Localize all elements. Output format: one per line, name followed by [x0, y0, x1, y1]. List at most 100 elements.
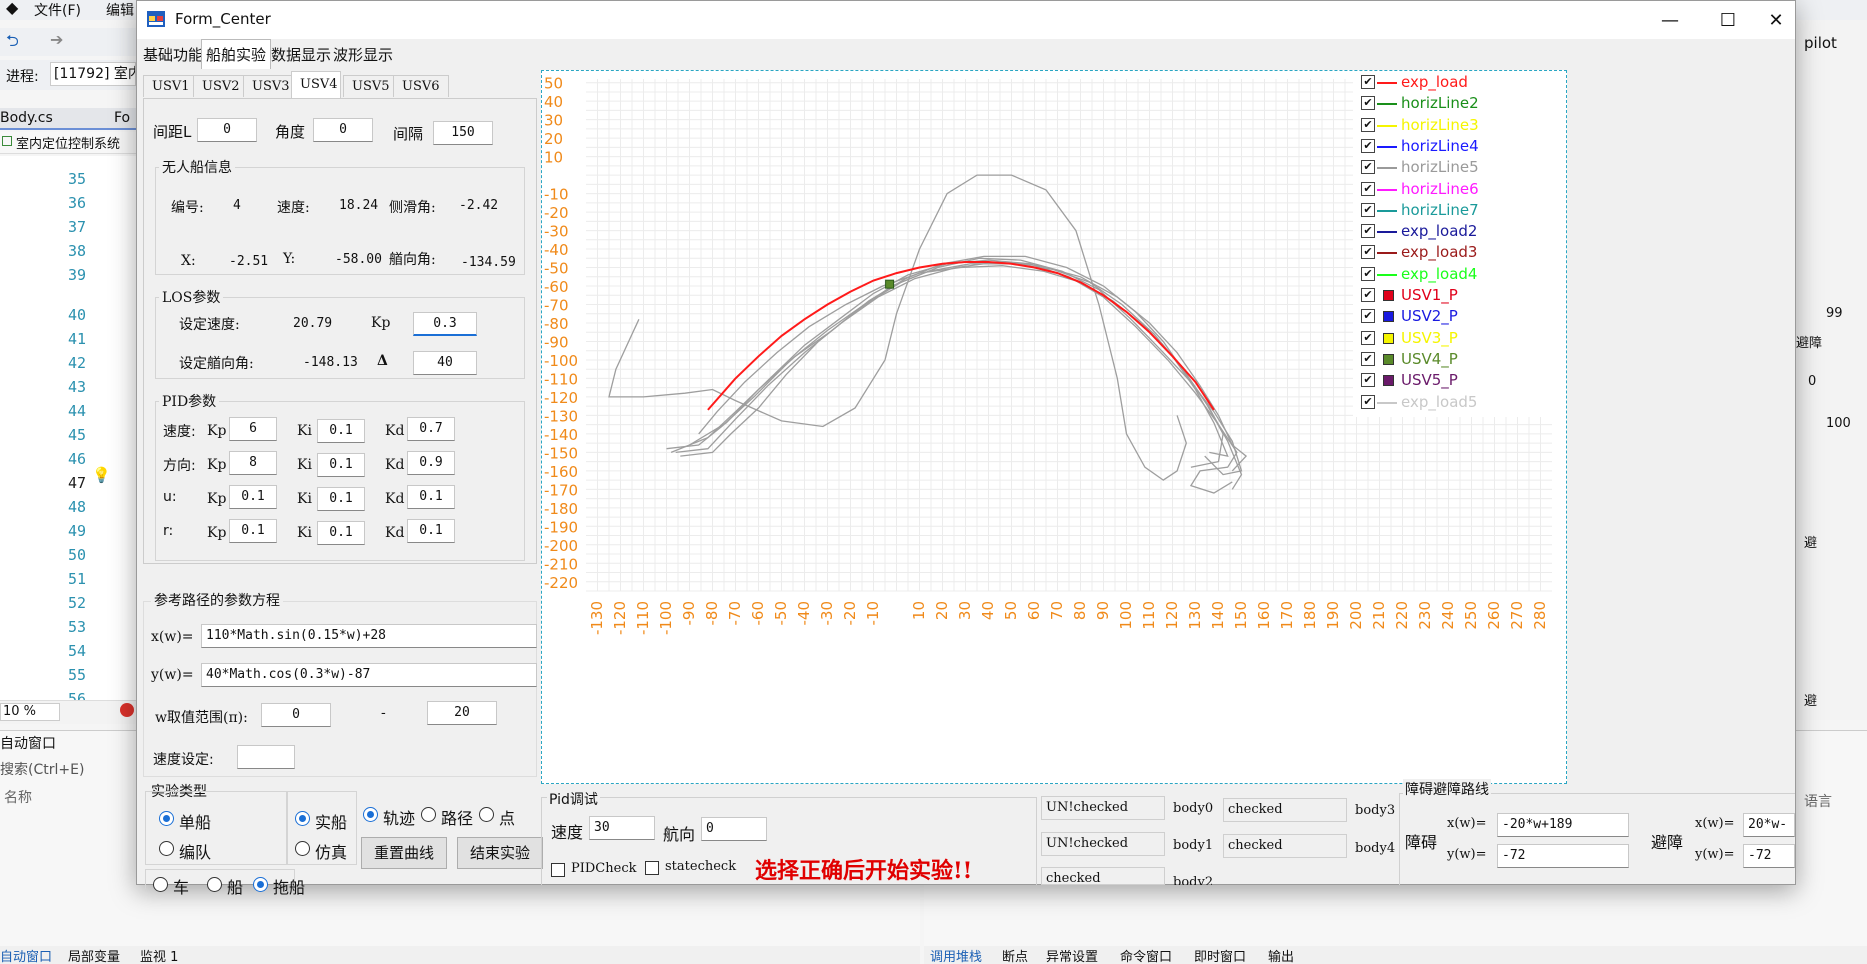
obstacle-group: [1399, 793, 1795, 885]
legend-checkbox[interactable]: ✔: [1361, 202, 1375, 217]
delta-input[interactable]: 40: [413, 351, 477, 375]
obs-x-input[interactable]: -20*w+189: [1497, 813, 1629, 837]
pid-ki-input[interactable]: 0.1: [317, 419, 365, 443]
legend-checkbox[interactable]: ✔: [1361, 75, 1375, 89]
pid-kp-input[interactable]: 8: [229, 451, 277, 475]
title-bar[interactable]: Form_Center — ☐ ✕: [137, 1, 1795, 39]
avoid-y-input[interactable]: -72: [1743, 844, 1795, 868]
pid-ki-input[interactable]: 0.1: [317, 487, 365, 511]
tab-usv5[interactable]: USV5: [343, 75, 399, 97]
bottom-tab-right[interactable]: 断点: [1002, 946, 1028, 964]
speed-value: 18.24: [339, 198, 379, 213]
tab-data-display[interactable]: 数据显示: [267, 43, 335, 67]
pid-ki-input[interactable]: 0.1: [317, 453, 365, 477]
tree-item[interactable]: 室内定位控制系统: [16, 133, 120, 152]
legend-checkbox[interactable]: ✔: [1361, 288, 1375, 302]
minimize-button[interactable]: —: [1641, 1, 1699, 39]
pid-kd-input[interactable]: 0.1: [407, 519, 455, 543]
tab-usv1[interactable]: USV1: [143, 75, 199, 97]
track-radio[interactable]: [363, 807, 378, 822]
legend-checkbox[interactable]: ✔: [1361, 224, 1375, 239]
sim-radio[interactable]: [295, 841, 310, 856]
back-icon[interactable]: ⮌: [6, 30, 19, 57]
legend-checkbox[interactable]: ✔: [1361, 330, 1375, 345]
tab-waveform[interactable]: 波形显示: [329, 43, 397, 67]
legend-checkbox[interactable]: ✔: [1361, 373, 1375, 388]
bottom-tab-left[interactable]: 监视 1: [140, 946, 178, 964]
tab-usv4[interactable]: USV4: [291, 71, 341, 99]
legend-checkbox[interactable]: ✔: [1361, 96, 1375, 111]
formation-label: 编队: [179, 843, 212, 862]
lightbulb-icon[interactable]: 💡: [92, 466, 111, 484]
range-from-input[interactable]: 0: [261, 703, 331, 727]
ship-radio[interactable]: [207, 877, 222, 892]
line-number: 53: [67, 618, 86, 636]
legend-checkbox[interactable]: ✔: [1361, 394, 1375, 409]
range-to-input[interactable]: 20: [427, 701, 497, 725]
avoid-x-input[interactable]: 20*w-: [1743, 813, 1795, 837]
copilot-label[interactable]: pilot: [1804, 34, 1837, 52]
legend-checkbox[interactable]: ✔: [1361, 181, 1375, 196]
bottom-tab-left[interactable]: 局部变量: [68, 946, 120, 964]
legend-checkbox[interactable]: ✔: [1361, 351, 1375, 366]
tab-usv2[interactable]: USV2: [193, 75, 249, 97]
process-select[interactable]: [11792] 室内: [50, 62, 136, 86]
statecheck-checkbox[interactable]: [645, 861, 659, 875]
pid-kd-input[interactable]: 0.9: [407, 451, 455, 475]
pid-ki-input[interactable]: 0.1: [317, 521, 365, 545]
point-radio[interactable]: [479, 807, 494, 822]
bottom-tab-right[interactable]: 调用堆栈: [930, 946, 982, 964]
reset-curve-button[interactable]: 重置曲线: [361, 837, 447, 869]
tune-speed-input[interactable]: 30: [589, 816, 655, 840]
x-tick-label: -40: [795, 601, 813, 626]
pid-kd-input[interactable]: 0.1: [407, 485, 455, 509]
real-radio[interactable]: [295, 811, 310, 826]
close-button[interactable]: ✕: [1747, 1, 1805, 39]
tune-heading-input[interactable]: 0: [701, 817, 767, 841]
interval-input[interactable]: 150: [433, 121, 493, 145]
pidcheck-checkbox[interactable]: [551, 863, 565, 877]
y-tick-label: 10: [544, 149, 563, 167]
yw-input[interactable]: 40*Math.cos(0.3*w)-87: [201, 663, 537, 687]
tab-basic[interactable]: 基础功能: [139, 43, 207, 67]
obs-y-input[interactable]: -72: [1497, 844, 1629, 868]
tab-usv6[interactable]: USV6: [393, 75, 449, 97]
pid-kd-input[interactable]: 0.7: [407, 417, 455, 441]
tab-ship-experiment[interactable]: 船舶实验: [201, 39, 272, 69]
tab-body-cs[interactable]: Body.cs: [0, 110, 53, 126]
xw-input[interactable]: 110*Math.sin(0.15*w)+28: [201, 624, 537, 648]
menu-edit[interactable]: 编辑: [106, 0, 134, 20]
tow-radio[interactable]: [253, 877, 268, 892]
single-radio[interactable]: [159, 811, 174, 826]
bottom-tab-left[interactable]: 自动窗口: [0, 946, 52, 964]
end-experiment-button[interactable]: 结束实验: [457, 837, 543, 869]
menu-file[interactable]: 文件(F): [34, 0, 81, 20]
angle-input[interactable]: 0: [313, 118, 373, 142]
legend-checkbox[interactable]: ✔: [1361, 138, 1375, 153]
legend-checkbox[interactable]: ✔: [1361, 160, 1375, 175]
legend-checkbox[interactable]: ✔: [1361, 309, 1375, 324]
legend-checkbox[interactable]: ✔: [1361, 266, 1375, 281]
bottom-tab-right[interactable]: 输出: [1268, 946, 1294, 964]
forward-icon[interactable]: ➔: [50, 30, 63, 49]
bottom-tab-right[interactable]: 即时窗口: [1194, 946, 1246, 964]
pid-kp-input[interactable]: 0.1: [229, 485, 277, 509]
bottom-tab-right[interactable]: 命令窗口: [1120, 946, 1172, 964]
search-input[interactable]: 搜索(Ctrl+E): [0, 759, 84, 779]
legend-checkbox[interactable]: ✔: [1361, 245, 1375, 260]
tab-fo[interactable]: Fo: [114, 110, 130, 126]
pid-kp-input[interactable]: 6: [229, 417, 277, 441]
bottom-tab-right[interactable]: 异常设置: [1046, 946, 1098, 964]
car-radio[interactable]: [153, 877, 168, 892]
x-tick-label: -60: [749, 601, 767, 626]
speed-set-input[interactable]: [237, 745, 295, 769]
spacing-input[interactable]: 0: [197, 118, 257, 142]
legend-label: USV3_P: [1401, 328, 1458, 347]
path-radio[interactable]: [421, 807, 436, 822]
pid-kp-input[interactable]: 0.1: [229, 519, 277, 543]
los-kp-input[interactable]: 0.3: [413, 312, 477, 336]
legend-checkbox[interactable]: ✔: [1361, 117, 1375, 132]
formation-radio[interactable]: [159, 841, 174, 856]
code-editor[interactable]: 35 36 37 38 39 40 41 42 43 44 45 46 47 48 49 50 51 52 53 54…: [0, 156, 136, 708]
zoom-select[interactable]: 10 %: [0, 703, 60, 721]
